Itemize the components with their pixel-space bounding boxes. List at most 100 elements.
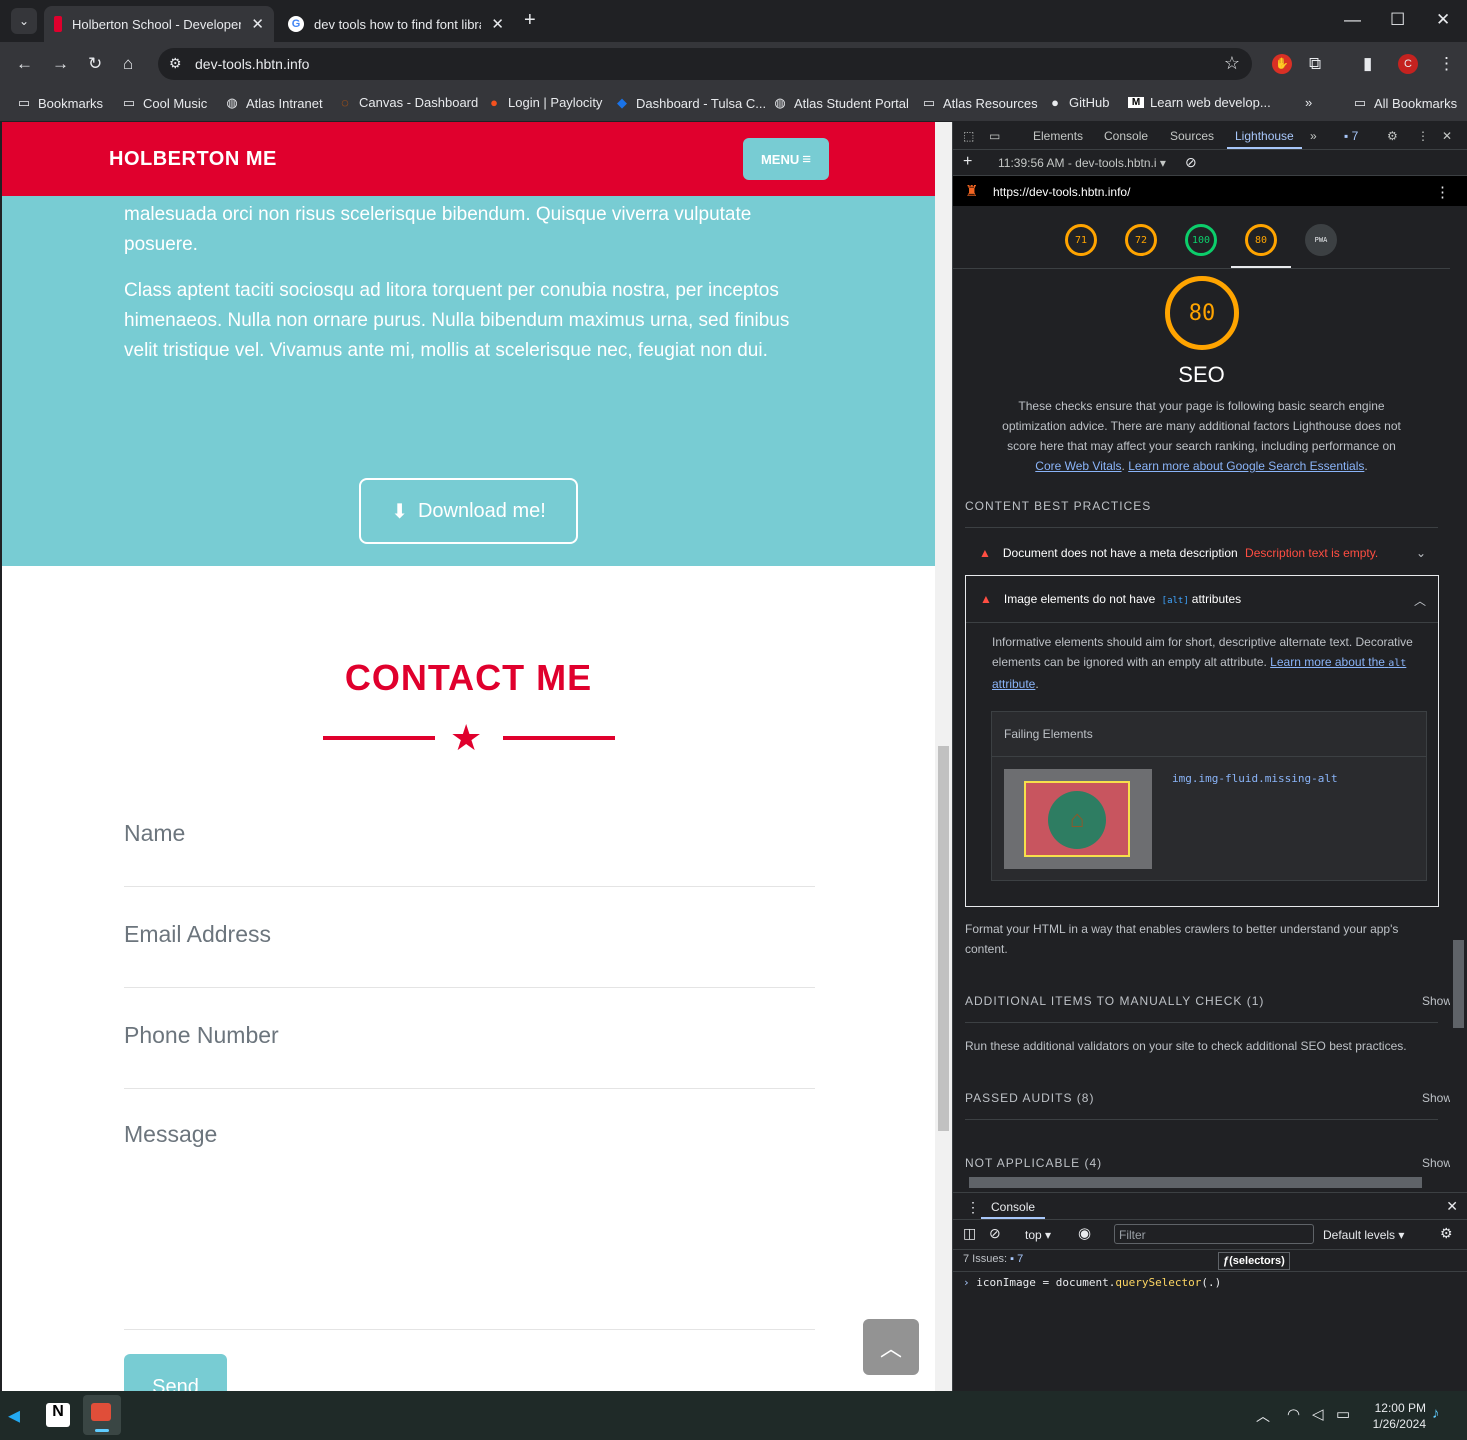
devtools-menu-icon[interactable]: ⋮ — [1417, 129, 1429, 143]
chevron-down-icon[interactable]: ⌄ — [1416, 546, 1426, 560]
clear-console-icon[interactable]: ⊘ — [989, 1225, 1001, 1242]
console-input[interactable]: › iconImage = document.querySelector(.) — [963, 1276, 1221, 1289]
tab-search-icon[interactable]: ⌄ — [11, 8, 37, 34]
tab-sources[interactable]: Sources — [1170, 129, 1214, 143]
extensions-puzzle-icon[interactable]: ⧉ — [1309, 54, 1321, 74]
page-scrollbar[interactable] — [935, 122, 952, 1391]
log-levels-select[interactable]: Default levels ▾ — [1323, 1228, 1404, 1242]
drawer-close-icon[interactable]: ✕ — [1446, 1198, 1458, 1215]
maximize-icon[interactable]: ☐ — [1390, 10, 1405, 30]
bookmark-star-icon[interactable]: ☆ — [1224, 53, 1240, 74]
side-panel-icon[interactable]: ▮ — [1363, 54, 1372, 74]
notion-icon[interactable]: N — [46, 1403, 70, 1427]
forward-icon[interactable]: → — [52, 54, 69, 74]
failing-selector[interactable]: img.img-fluid.missing-alt — [1172, 772, 1338, 785]
tab-elements[interactable]: Elements — [1033, 129, 1083, 143]
device-toggle-icon[interactable]: ▭ — [989, 129, 1000, 143]
name-field[interactable]: Name — [124, 820, 815, 887]
extension-stop-icon[interactable]: ✋ — [1272, 54, 1292, 74]
report-scrollbar[interactable] — [1450, 210, 1467, 1172]
site-info-icon[interactable]: ⚙ — [169, 55, 182, 72]
more-tabs-icon[interactable]: » — [1310, 129, 1317, 143]
tab-holberton[interactable]: Holberton School - Developer t ✕ — [44, 6, 274, 42]
home-icon[interactable]: ⌂ — [123, 54, 133, 74]
clock[interactable]: 12:00 PM 1/26/2024 — [1366, 1400, 1426, 1432]
tab-google[interactable]: G dev tools how to find font librar ✕ — [278, 6, 514, 42]
minimize-icon[interactable]: — — [1344, 10, 1361, 30]
bookmark-item[interactable]: ◍ Atlas Student Portal — [772, 95, 909, 111]
volume-icon[interactable]: ◁ — [1312, 1405, 1324, 1423]
chevron-up-icon[interactable]: ︿ — [1414, 592, 1426, 609]
console-settings-icon[interactable]: ⚙ — [1440, 1225, 1453, 1242]
issues-link[interactable]: 7 Issues: ▪ 7 — [963, 1253, 1023, 1265]
url-text[interactable]: dev-tools.hbtn.info — [195, 56, 309, 72]
report-menu-icon[interactable]: ⋮ — [1435, 183, 1450, 201]
new-tab-icon[interactable]: + — [524, 10, 536, 30]
score-gauge-seo[interactable]: 80 — [1245, 224, 1277, 256]
show-button[interactable]: Show — [1422, 1091, 1452, 1105]
context-select[interactable]: top ▾ — [1025, 1228, 1051, 1242]
bookmark-item[interactable]: ▭ Cool Music — [121, 95, 207, 111]
scroll-to-top-button[interactable]: ︿ — [863, 1319, 919, 1375]
message-field[interactable]: Message — [124, 1121, 815, 1330]
wifi-icon[interactable]: ◠ — [1287, 1405, 1300, 1423]
show-button[interactable]: Show — [1422, 1156, 1452, 1170]
bookmark-item[interactable]: ▭ All Bookmarks — [1352, 95, 1457, 111]
bookmarks-overflow-icon[interactable]: » — [1305, 95, 1312, 110]
reload-icon[interactable]: ↻ — [88, 54, 102, 74]
bookmark-item[interactable]: ▭ Atlas Resources — [921, 95, 1038, 111]
bookmark-item[interactable]: ● GitHub — [1047, 95, 1109, 110]
profile-avatar[interactable]: C — [1398, 54, 1418, 74]
brand-logo[interactable]: HOLBERTON ME — [109, 148, 277, 171]
chevron-up-icon[interactable]: ︿ — [1256, 1406, 1270, 1426]
scrollbar-thumb[interactable] — [1453, 940, 1464, 1028]
bookmark-item[interactable]: ◍ Atlas Intranet — [224, 95, 322, 111]
notification-bell-icon[interactable]: ♪ — [1432, 1405, 1440, 1422]
scrollbar-thumb[interactable] — [969, 1177, 1422, 1188]
live-expression-eye-icon[interactable]: ◉ — [1078, 1224, 1091, 1242]
report-selector[interactable]: 11:39:56 AM - dev-tools.hbtn.i ▾ — [998, 156, 1166, 170]
back-icon[interactable]: ← — [16, 54, 33, 74]
download-button[interactable]: ⬇ Download me! — [359, 478, 578, 544]
core-web-vitals-link[interactable]: Core Web Vitals — [1035, 459, 1121, 473]
scrollbar-thumb[interactable] — [938, 746, 949, 1131]
menu-button[interactable]: MENU ≡ — [743, 138, 829, 180]
drawer-tab-console[interactable]: Console — [981, 1193, 1046, 1219]
bookmark-item[interactable]: ▭ Bookmarks — [16, 95, 103, 111]
score-gauge-best-practices[interactable]: 100 — [1185, 224, 1217, 256]
battery-icon[interactable]: ▭ — [1336, 1405, 1350, 1423]
close-tab-icon[interactable]: ✕ — [491, 15, 504, 33]
phone-field[interactable]: Phone Number — [124, 1022, 815, 1089]
pwa-badge[interactable]: PWA — [1305, 224, 1337, 256]
clear-icon[interactable]: ⊘ — [1185, 154, 1197, 171]
chrome-menu-icon[interactable]: ⋮ — [1438, 54, 1455, 74]
sidebar-toggle-icon[interactable]: ◫ — [963, 1225, 976, 1242]
issues-badge[interactable]: ▪ 7 — [1344, 129, 1358, 143]
settings-gear-icon[interactable]: ⚙ — [1387, 129, 1398, 143]
bookmark-item[interactable]: M Learn web develop... — [1128, 95, 1271, 110]
drawer-menu-icon[interactable]: ⋮ — [966, 1199, 980, 1216]
email-field[interactable]: Email Address — [124, 921, 815, 988]
snipping-tool-taskbar-item[interactable] — [83, 1395, 121, 1435]
bookmark-item[interactable]: ◆ Dashboard - Tulsa C... — [614, 95, 766, 111]
devtools-close-icon[interactable]: ✕ — [1442, 129, 1452, 143]
send-button[interactable]: Send — [124, 1354, 227, 1391]
learn-more-link[interactable]: Learn more about Google Search Essential… — [1128, 459, 1364, 473]
vscode-icon[interactable]: ◂ — [0, 1401, 28, 1429]
tab-console[interactable]: Console — [1104, 129, 1148, 143]
bookmark-item[interactable]: ◌ Canvas - Dashboard — [337, 95, 478, 110]
close-tab-icon[interactable]: ✕ — [251, 15, 264, 33]
score-gauge-performance[interactable]: 71 — [1065, 224, 1097, 256]
show-button[interactable]: Show — [1422, 994, 1452, 1008]
audit-image-alt[interactable]: ▲ Image elements do not have [alt] attribu… — [966, 592, 1438, 609]
window-close-icon[interactable]: ✕ — [1436, 10, 1450, 30]
tab-lighthouse[interactable]: Lighthouse — [1227, 122, 1302, 149]
new-report-icon[interactable]: + — [963, 153, 972, 171]
score-gauge-accessibility[interactable]: 72 — [1125, 224, 1157, 256]
console-filter-input[interactable]: Filter — [1114, 1224, 1314, 1244]
element-thumbnail[interactable]: ⌂ — [1004, 769, 1152, 869]
address-bar[interactable]: ⚙ dev-tools.hbtn.info ☆ — [158, 48, 1252, 80]
inspect-icon[interactable]: ⬚ — [963, 129, 974, 143]
audit-meta-description[interactable]: ▲ Document does not have a meta descripti… — [965, 546, 1438, 560]
bookmark-item[interactable]: ● Login | Paylocity — [486, 95, 602, 110]
